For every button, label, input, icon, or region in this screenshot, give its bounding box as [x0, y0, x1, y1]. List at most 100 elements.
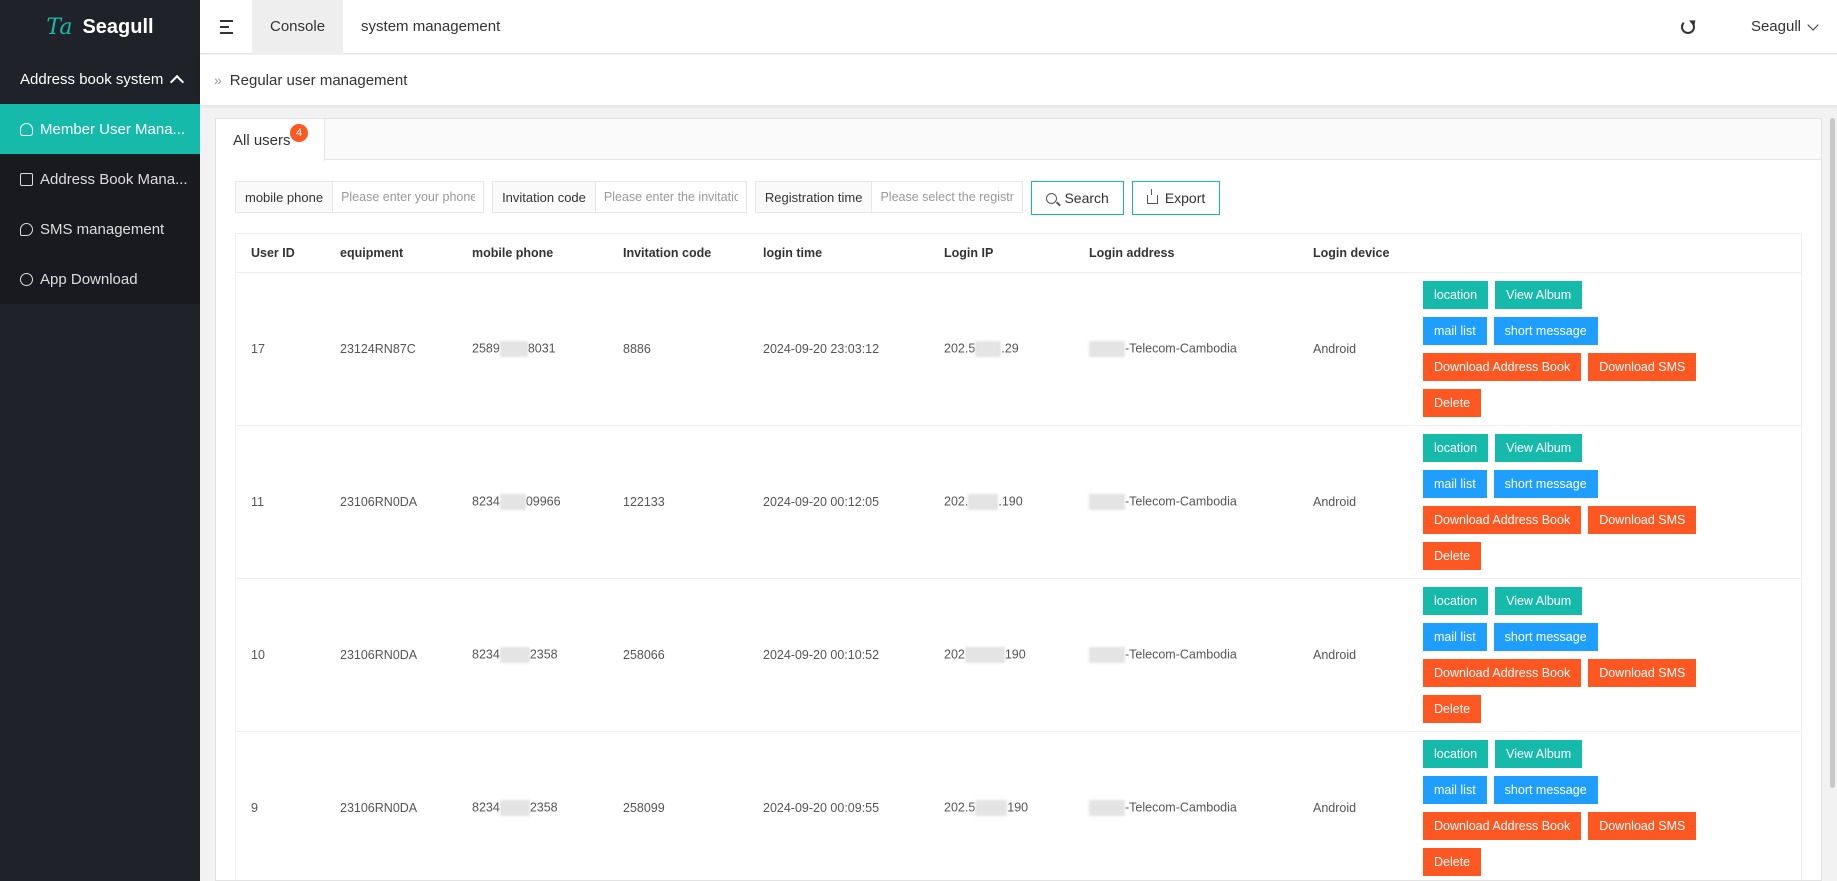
export-button-label: Export	[1164, 190, 1206, 206]
cell-actions: location View Album mail list short messag…	[1423, 434, 1801, 570]
invitation-code-input[interactable]	[595, 182, 746, 212]
col-equipment: equipment	[340, 246, 404, 260]
cell-login-device: Android	[1313, 495, 1357, 509]
sidebar-item-sms-management[interactable]: SMS management	[0, 204, 200, 254]
nav-group-address-book-system[interactable]: Address book system	[0, 54, 200, 104]
download-address-book-button[interactable]: Download Address Book	[1423, 812, 1582, 840]
cell-mobile-phone: 8234 09966	[457, 494, 608, 510]
chevron-up-icon	[169, 74, 185, 89]
delete-button[interactable]: Delete	[1423, 695, 1482, 723]
export-button[interactable]: Export	[1131, 181, 1221, 215]
sidebar-item-address-book-management[interactable]: Address Book Mana...	[0, 154, 200, 204]
registration-time-input[interactable]	[872, 182, 1023, 212]
cell-login-ip: 202.5 190	[929, 800, 1074, 816]
registration-filter: Registration time	[754, 181, 1024, 213]
ip-suffix: .190	[998, 494, 1023, 509]
ip-suffix: .29	[1001, 341, 1019, 356]
phone-prefix: 8234	[472, 494, 500, 509]
location-button[interactable]: location	[1423, 281, 1489, 309]
sidebar-item-member-user-management[interactable]: Member User Mana...	[0, 104, 200, 154]
cell-login-device: Android	[1313, 648, 1357, 662]
short-message-button[interactable]: short message	[1493, 776, 1598, 804]
cell-mobile-phone: 8234 2358	[457, 647, 608, 663]
mail-list-button[interactable]: mail list	[1423, 317, 1487, 345]
mail-list-button[interactable]: mail list	[1423, 623, 1487, 651]
download-sms-button[interactable]: Download SMS	[1588, 353, 1697, 381]
cell-login-address: -Telecom-Cambodia	[1074, 341, 1298, 357]
user-icon	[20, 122, 33, 136]
col-login-ip: Login IP	[944, 246, 994, 260]
phone-filter-label: mobile phone	[236, 182, 334, 212]
phone-suffix: 8031	[527, 341, 556, 356]
redacted-blur	[499, 494, 526, 510]
cell-invitation-code: 122133	[623, 495, 665, 509]
address-text: -Telecom-Cambodia	[1125, 341, 1237, 356]
location-button[interactable]: location	[1423, 587, 1489, 615]
sidebar: Ta Seagull Address book system Member Us…	[0, 0, 200, 881]
cell-invitation-code: 258099	[623, 801, 665, 815]
phone-input[interactable]	[333, 182, 484, 212]
phone-filter: mobile phone	[235, 181, 485, 213]
download-sms-button[interactable]: Download SMS	[1588, 506, 1697, 534]
view-album-button[interactable]: View Album	[1495, 740, 1583, 768]
logo[interactable]: Ta Seagull	[0, 0, 200, 54]
download-icon	[20, 272, 33, 286]
short-message-button[interactable]: short message	[1493, 317, 1598, 345]
table-row: 9 23106RN0DA 8234 2358 258099 2024-09-20 …	[236, 732, 1801, 880]
cell-equipment: 23106RN0DA	[340, 801, 418, 815]
user-name: Seagull	[1750, 18, 1801, 35]
cell-invitation-code: 258066	[623, 648, 665, 662]
mail-list-button[interactable]: mail list	[1423, 470, 1487, 498]
download-address-book-button[interactable]: Download Address Book	[1423, 353, 1582, 381]
chevron-down-icon	[1807, 18, 1819, 31]
sidebar-item-app-download[interactable]: App Download	[0, 254, 200, 304]
download-sms-button[interactable]: Download SMS	[1588, 659, 1697, 687]
address-text: -Telecom-Cambodia	[1125, 494, 1237, 509]
nav-submenu: Member User Mana... Address Book Mana...…	[0, 104, 200, 304]
view-album-button[interactable]: View Album	[1495, 281, 1583, 309]
download-sms-button[interactable]: Download SMS	[1588, 812, 1697, 840]
col-mobile-phone: mobile phone	[472, 246, 554, 260]
phone-prefix: 2589	[472, 341, 500, 356]
cell-user-id: 10	[251, 648, 265, 662]
delete-button[interactable]: Delete	[1423, 389, 1482, 417]
short-message-button[interactable]: short message	[1493, 623, 1598, 651]
sidebar-item-label: Address Book Mana...	[40, 170, 188, 188]
tab-all-users[interactable]: All users 4	[216, 119, 325, 161]
logo-mark: Ta	[46, 14, 73, 40]
short-message-button[interactable]: short message	[1493, 470, 1598, 498]
redacted-blur	[499, 341, 528, 357]
tab-console[interactable]: Console	[252, 0, 344, 54]
redacted-blur	[975, 341, 1002, 357]
cell-user-id: 17	[251, 342, 265, 356]
download-address-book-button[interactable]: Download Address Book	[1423, 506, 1582, 534]
tab-system-management[interactable]: system management	[343, 0, 518, 54]
location-button[interactable]: location	[1423, 434, 1489, 462]
invite-filter: Invitation code	[492, 181, 747, 213]
search-button[interactable]: Search	[1031, 181, 1124, 215]
refresh-icon[interactable]	[1680, 19, 1695, 34]
mail-list-button[interactable]: mail list	[1423, 776, 1487, 804]
search-button-label: Search	[1064, 190, 1109, 206]
cell-actions: location View Album mail list short messag…	[1423, 740, 1801, 876]
book-icon	[20, 172, 33, 186]
col-invitation-code: Invitation code	[623, 246, 712, 260]
delete-button[interactable]: Delete	[1423, 542, 1482, 570]
cell-equipment: 23124RN87C	[340, 342, 416, 356]
cell-login-time: 2024-09-20 23:03:12	[763, 342, 880, 356]
ip-suffix: 190	[1007, 800, 1029, 815]
user-menu[interactable]: Seagull	[1751, 18, 1837, 35]
delete-button[interactable]: Delete	[1423, 848, 1482, 876]
menu-toggle-icon[interactable]	[200, 0, 252, 54]
download-address-book-button[interactable]: Download Address Book	[1423, 659, 1582, 687]
view-album-button[interactable]: View Album	[1495, 587, 1583, 615]
view-album-button[interactable]: View Album	[1495, 434, 1583, 462]
location-button[interactable]: location	[1423, 740, 1489, 768]
breadcrumb: » Regular user management	[200, 55, 1837, 105]
cell-user-id: 11	[251, 495, 264, 509]
header-right: Seagull	[1680, 0, 1837, 54]
redacted-blur	[1089, 800, 1125, 816]
page-scrollbar[interactable]	[1830, 118, 1835, 788]
redacted-blur	[975, 800, 1008, 816]
search-icon	[1046, 192, 1058, 204]
